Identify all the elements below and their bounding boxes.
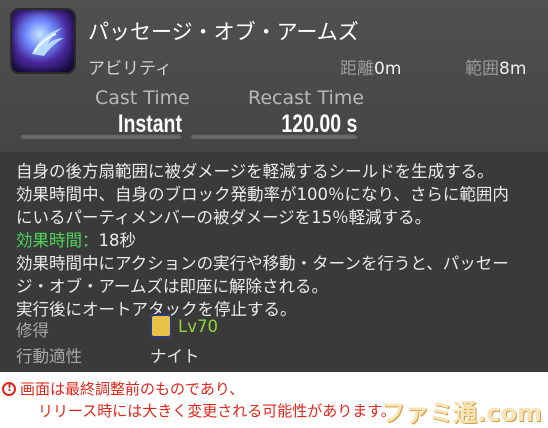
action-name: パッセージ・オブ・アームズ <box>88 20 359 44</box>
action-icon <box>12 10 74 72</box>
recast-time-label: Recast Time <box>248 87 365 109</box>
description: 自身の後方扇範囲に被ダメージを軽減するシールドを生成する。 効果時間中、自身のブ… <box>16 160 536 321</box>
warning-icon <box>2 381 16 396</box>
watermark-logo: ファミ通.com <box>381 399 542 427</box>
acquired-level: Lv70 <box>178 317 218 336</box>
cast-time-bar <box>20 133 182 139</box>
duration-line: 効果時間：18秒 <box>16 229 536 252</box>
tooltip-header: パッセージ・オブ・アームズ アビリティ 距離0m 範囲8m Cast Time … <box>0 0 548 152</box>
description-line: 実行後にオートアタックを停止する。 <box>16 300 297 319</box>
notice-line: リリース時には大きく変更される可能性があります。 <box>38 402 396 420</box>
radius-label: 範囲 <box>465 59 499 79</box>
duration-value: 18秒 <box>98 231 137 250</box>
acquired-label: 修得 <box>16 321 49 340</box>
description-line: ジ・オブ・アームズは即座に解除される。 <box>16 277 329 296</box>
range-value: 0m <box>374 59 402 79</box>
range-label: 距離 <box>340 59 374 79</box>
cast-time-label: Cast Time <box>95 87 190 109</box>
action-tooltip: パッセージ・オブ・アームズ アビリティ 距離0m 範囲8m Cast Time … <box>0 0 548 372</box>
radius-stat: 範囲8m <box>465 54 526 79</box>
description-line: にいるパーティメンバーの被ダメージを15％軽減する。 <box>16 208 432 227</box>
job-value: ナイト <box>150 347 200 366</box>
job-label: 行動適性 <box>16 347 82 366</box>
description-line: 効果時間中、自身のブロック発動率が100％になり、さらに範囲内 <box>16 185 509 204</box>
paladin-job-icon <box>150 314 172 338</box>
radius-value: 8m <box>499 59 527 79</box>
recast-time-bar <box>190 133 358 139</box>
action-category: アビリティ <box>88 59 172 79</box>
description-line: 自身の後方扇範囲に被ダメージを軽減するシールドを生成する。 <box>16 162 494 181</box>
range-stat: 距離0m <box>340 54 401 79</box>
wing-icon <box>32 28 64 56</box>
duration-label: 効果時間： <box>16 231 99 250</box>
notice-line: 画面は最終調整前のものであり、 <box>20 380 245 398</box>
description-line: 効果時間中にアクションの実行や移動・ターンを行うと、パッセー <box>16 254 509 273</box>
